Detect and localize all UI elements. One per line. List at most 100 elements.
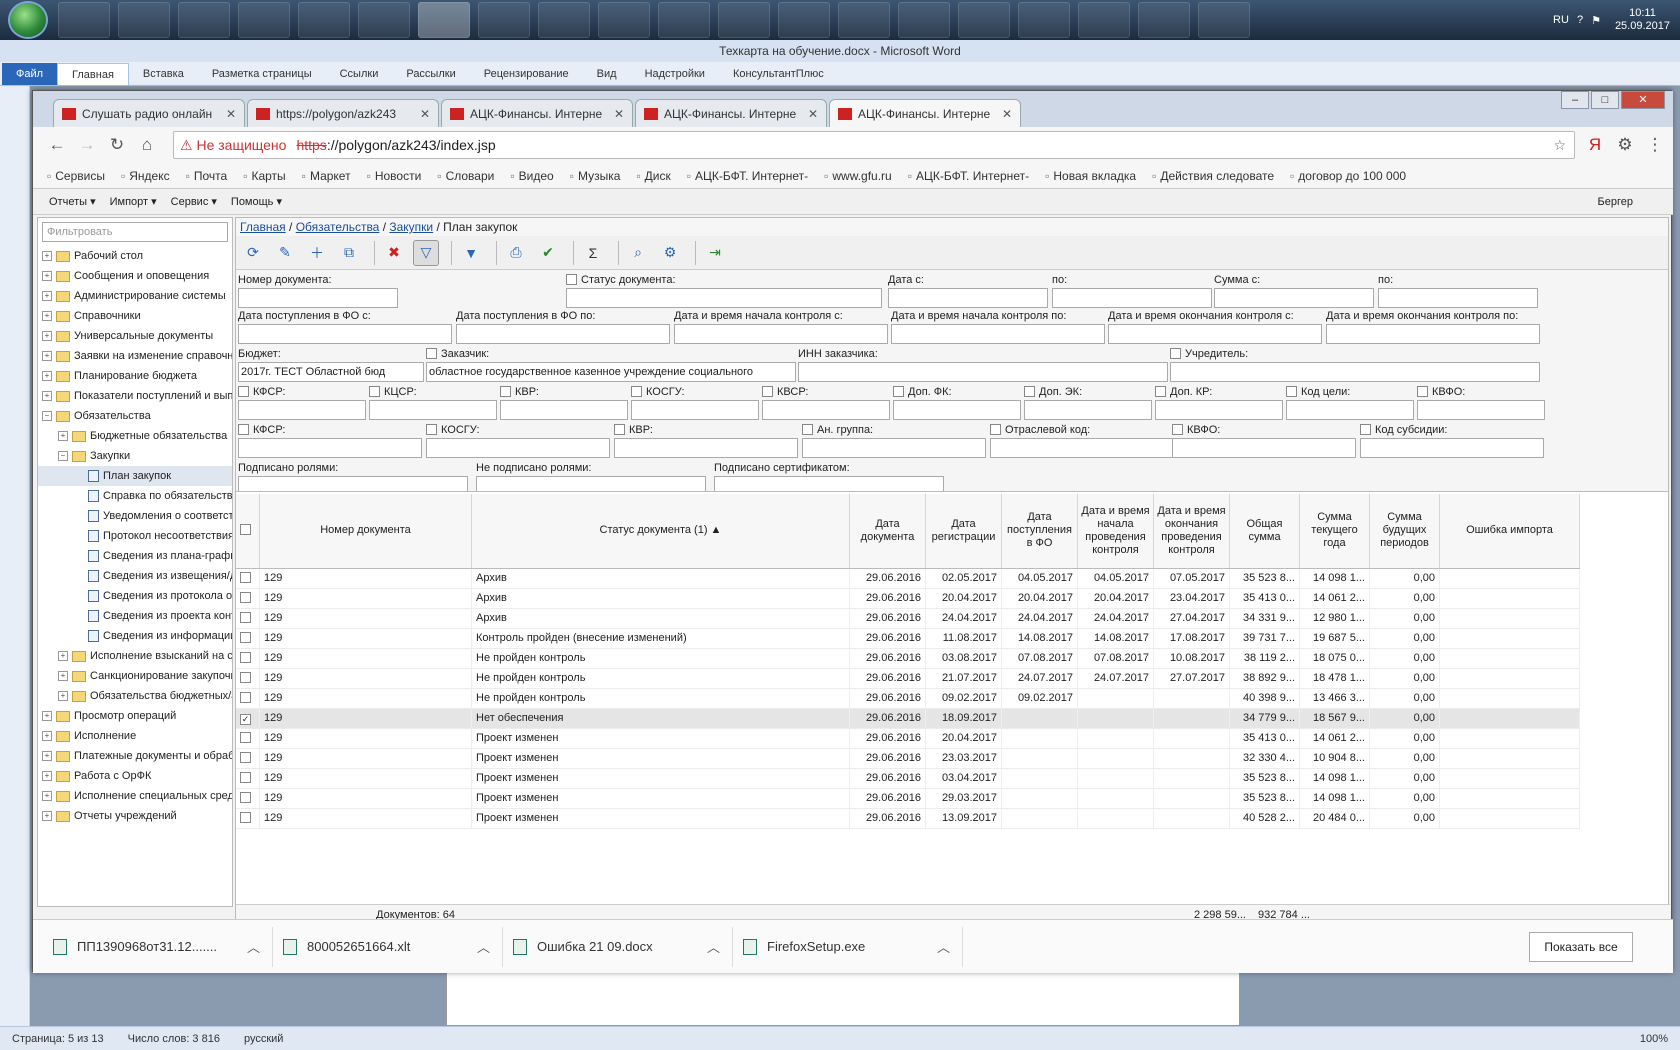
filter-input[interactable] [1052, 288, 1212, 308]
row-checkbox[interactable]: ✓ [240, 714, 251, 725]
close-button[interactable]: ✕ [1621, 91, 1665, 109]
filter-input[interactable] [1170, 362, 1540, 382]
search-icon[interactable]: ⌕ [625, 240, 651, 266]
expand-icon[interactable]: + [42, 711, 52, 721]
column-header[interactable]: Дата и время начала проведения контроля [1077, 494, 1154, 569]
table-row[interactable]: 129 Архив 29.06.2016 20.04.2017 20.04.2017 20… [236, 588, 1580, 609]
ribbon-tab-0[interactable]: Файл [2, 63, 58, 85]
process-icon[interactable]: ✔ [535, 240, 561, 266]
filter-checkbox[interactable] [1417, 386, 1428, 397]
filter-checkbox[interactable] [1155, 386, 1166, 397]
ribbon-tab-5[interactable]: Рассылки [392, 63, 469, 85]
row-checkbox[interactable] [240, 652, 251, 663]
filter-checkbox[interactable] [762, 386, 773, 397]
user-name[interactable]: Бергер [1598, 196, 1633, 208]
tree-item[interactable]: Сведения из извещения/д [38, 566, 232, 586]
tree-item[interactable]: + Показатели поступлений и выпл [38, 386, 232, 406]
filter-input[interactable] [238, 288, 398, 308]
row-checkbox-cell[interactable] [236, 588, 260, 609]
star-icon[interactable]: ☆ [1553, 137, 1566, 154]
tree-item[interactable]: + Исполнение взысканий на ср [38, 646, 232, 666]
row-checkbox[interactable] [240, 612, 251, 623]
row-checkbox-cell[interactable] [236, 768, 260, 789]
refresh-icon[interactable]: ⟳ [240, 240, 266, 266]
tree-item[interactable]: Сведения из плана-графи [38, 546, 232, 566]
table-row[interactable]: 129 Архив 29.06.2016 24.04.2017 24.04.2017 24… [236, 608, 1580, 629]
browser-tab-1[interactable]: https://polygon/azk243 ✕ [247, 99, 439, 127]
filter-input[interactable] [1108, 324, 1322, 344]
filter-input[interactable] [1286, 400, 1414, 420]
filter-input[interactable] [238, 476, 468, 491]
filter-input[interactable] [714, 476, 944, 491]
filter-input[interactable] [762, 400, 890, 420]
row-checkbox-cell[interactable] [236, 568, 260, 589]
row-checkbox-cell[interactable] [236, 748, 260, 769]
filter-checkbox[interactable] [238, 386, 249, 397]
expand-icon[interactable]: + [42, 331, 52, 341]
row-checkbox[interactable] [240, 812, 251, 823]
table-row[interactable]: 129 Проект изменен 29.06.2016 03.04.2017 35 … [236, 768, 1580, 789]
row-checkbox-cell[interactable] [236, 668, 260, 689]
print-icon[interactable]: ⎙ [503, 240, 529, 266]
column-header[interactable]: Дата документа [849, 494, 926, 569]
expand-icon[interactable]: + [58, 431, 68, 441]
reload-icon[interactable]: ↻ [105, 135, 129, 155]
taskbar-app-8[interactable]: Box [538, 2, 590, 38]
tree-item[interactable]: + Администрирование системы [38, 286, 232, 306]
gear-icon[interactable]: ⚙ [657, 240, 683, 266]
expand-icon[interactable]: + [42, 391, 52, 401]
ribbon-tab-8[interactable]: Надстройки [631, 63, 719, 85]
taskbar-app-17[interactable]: Gear [1078, 2, 1130, 38]
tree-item[interactable]: Уведомления о соответст [38, 506, 232, 526]
table-row[interactable]: 129 Проект изменен 29.06.2016 29.03.2017 35 … [236, 788, 1580, 809]
expand-icon[interactable]: + [42, 811, 52, 821]
filter-input[interactable] [798, 362, 1168, 382]
ribbon-tab-1[interactable]: Главная [57, 63, 129, 85]
tree-item[interactable]: − Закупки [38, 446, 232, 466]
app-menu-3[interactable]: Помощь ▾ [231, 195, 282, 208]
tree-item[interactable]: + Планирование бюджета [38, 366, 232, 386]
column-header[interactable]: Дата поступления в ФО [1001, 494, 1078, 569]
bookmark-12[interactable]: АЦК-БФТ. Интернет- [908, 169, 1029, 183]
row-checkbox[interactable] [240, 572, 251, 583]
bookmark-9[interactable]: Диск [636, 169, 671, 183]
tree-item[interactable]: Справка по обязательства [38, 486, 232, 506]
expand-icon[interactable]: + [58, 671, 68, 681]
filter-input[interactable] [802, 438, 986, 458]
ribbon-tab-9[interactable]: КонсультантПлюс [719, 63, 838, 85]
filter-input[interactable] [1360, 438, 1544, 458]
taskbar-app-15[interactable]: Vbox [958, 2, 1010, 38]
tree-item[interactable]: − Обязательства [38, 406, 232, 426]
chevron-up-icon[interactable]: ︿ [937, 937, 950, 956]
tab-close-icon[interactable]: ✕ [420, 107, 430, 121]
taskbar-app-18[interactable]: Art [1138, 2, 1190, 38]
ribbon-tab-4[interactable]: Ссылки [326, 63, 393, 85]
browser-tab-0[interactable]: Слушать радио онлайн ✕ [53, 99, 245, 127]
filter-icon[interactable]: ▽ [413, 239, 439, 266]
table-row[interactable]: 129 Архив 29.06.2016 02.05.2017 04.05.2017 04… [236, 568, 1580, 589]
tree-item[interactable]: + Рабочий стол [38, 246, 232, 266]
column-header[interactable]: Сумма будущих периодов [1369, 494, 1440, 569]
download-item[interactable]: 800052651664.xlt ︿ [283, 926, 503, 967]
taskbar-app-6[interactable]: Chrome [418, 2, 470, 38]
tree-item[interactable]: + Бюджетные обязательства [38, 426, 232, 446]
ribbon-tab-6[interactable]: Рецензирование [470, 63, 583, 85]
language-indicator[interactable]: RU [1553, 14, 1569, 26]
tree-item[interactable]: Сведения из информации [38, 626, 232, 646]
row-checkbox-cell[interactable] [236, 628, 260, 649]
edit-icon[interactable]: ✎ [272, 240, 298, 266]
download-item[interactable]: Ошибка 21 09.docx ︿ [513, 926, 733, 967]
filter-checkbox[interactable] [500, 386, 511, 397]
filter-input[interactable] [369, 400, 497, 420]
table-row[interactable]: 129 Не пройден контроль 29.06.2016 21.07.20… [236, 668, 1580, 689]
filter-input[interactable] [1024, 400, 1152, 420]
filter-input[interactable] [674, 324, 888, 344]
bookmark-4[interactable]: Маркет [302, 169, 351, 183]
browser-tab-3[interactable]: АЦК-Финансы. Интерне ✕ [635, 99, 827, 127]
row-checkbox-cell[interactable] [236, 648, 260, 669]
filter-input[interactable] [426, 438, 610, 458]
row-checkbox[interactable] [240, 732, 251, 743]
tree-item[interactable]: + Исполнение [38, 726, 232, 746]
tree-item[interactable]: + Заявки на изменение справочни [38, 346, 232, 366]
taskbar-app-14[interactable]: Teams [898, 2, 950, 38]
